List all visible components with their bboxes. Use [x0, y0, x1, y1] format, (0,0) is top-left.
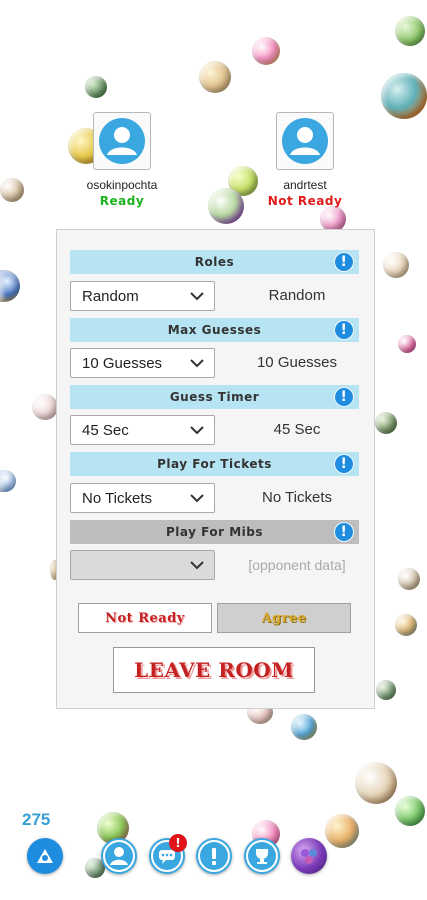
marble-decoration — [395, 16, 425, 46]
player-card-right: andrtest Not Ready — [250, 112, 360, 208]
roles-opponent-value: Random — [268, 287, 326, 304]
marble-decoration — [395, 796, 425, 826]
notification-badge: ! — [169, 834, 187, 852]
profile-icon — [105, 842, 133, 870]
marble-decoration — [199, 61, 231, 93]
guess-timer-header: Guess Timer ! — [70, 385, 359, 409]
roles-header: Roles ! — [70, 250, 359, 274]
section-title: Max Guesses — [167, 323, 262, 337]
marble-decoration — [395, 614, 417, 636]
marble-collection-icon — [301, 849, 317, 864]
room-settings-panel: Roles ! Random Random Max Guesses ! 10 G… — [56, 229, 375, 709]
max-guesses-header: Max Guesses ! — [70, 318, 359, 342]
info-icon[interactable]: ! — [334, 454, 354, 474]
marble-decoration — [355, 762, 397, 804]
chevron-down-icon — [190, 359, 204, 368]
avatar[interactable] — [93, 112, 151, 170]
marble-decoration — [381, 73, 427, 119]
marble-decoration — [376, 680, 396, 700]
user-avatar-icon — [282, 118, 328, 164]
player-card-left: osokinpochta Ready — [67, 112, 177, 208]
marble-decoration — [0, 470, 16, 492]
info-icon[interactable]: ! — [334, 522, 354, 542]
max-guesses-select[interactable]: 10 Guesses — [70, 348, 215, 378]
play-for-tickets-header: Play For Tickets ! — [70, 452, 359, 476]
marble-decoration — [208, 188, 244, 224]
info-icon[interactable]: ! — [334, 252, 354, 272]
section-title: Play For Mibs — [166, 525, 263, 539]
marble-decoration — [0, 178, 24, 202]
section-title: Roles — [194, 255, 235, 269]
player-name: andrtest — [283, 178, 327, 192]
select-value: 10 Guesses — [82, 355, 163, 372]
not-ready-button[interactable]: Not Ready — [78, 603, 212, 633]
chat-button[interactable]: ! — [149, 834, 187, 874]
player-name: osokinpochta — [86, 178, 158, 192]
marble-shooter-button[interactable] — [27, 838, 63, 874]
guess-timer-opponent-value: 45 Sec — [273, 421, 321, 438]
user-avatar-icon — [99, 118, 145, 164]
info-icon — [200, 842, 228, 870]
marble-decoration — [325, 814, 359, 848]
avatar[interactable] — [276, 112, 334, 170]
select-value: Random — [82, 288, 139, 305]
marble-decoration — [375, 412, 397, 434]
info-icon[interactable]: ! — [334, 387, 354, 407]
section-title: Guess Timer — [169, 390, 260, 404]
coin-count: 275 — [22, 810, 51, 829]
chevron-down-icon — [190, 494, 204, 503]
play-for-mibs-header: Play For Mibs ! — [70, 520, 359, 544]
info-button[interactable] — [196, 838, 232, 874]
marble-decoration — [398, 335, 416, 353]
marble-decoration — [252, 37, 280, 65]
chevron-down-icon — [190, 292, 204, 301]
marble-decoration — [291, 714, 317, 740]
trophy-icon — [248, 842, 276, 870]
marble-decoration — [398, 568, 420, 590]
play-for-tickets-opponent-value: No Tickets — [261, 489, 333, 506]
player-status: Not Ready — [267, 194, 343, 208]
guess-timer-select[interactable]: 45 Sec — [70, 415, 215, 445]
agree-button[interactable]: Agree — [217, 603, 351, 633]
leave-room-button[interactable]: LEAVE ROOM — [113, 647, 315, 693]
info-icon[interactable]: ! — [334, 320, 354, 340]
trophy-button[interactable] — [244, 838, 280, 874]
max-guesses-opponent-value: 10 Guesses — [256, 354, 338, 371]
marble-decoration — [32, 394, 58, 420]
select-value: 45 Sec — [82, 422, 129, 439]
marble-decoration — [0, 270, 20, 302]
play-for-mibs-select[interactable] — [70, 550, 215, 580]
marble-collection-button[interactable] — [291, 838, 327, 874]
section-title: Play For Tickets — [157, 457, 272, 471]
marble-shooter-icon — [37, 849, 53, 863]
marble-decoration — [383, 252, 409, 278]
profile-button[interactable] — [101, 838, 137, 874]
chevron-down-icon — [190, 561, 204, 570]
play-for-tickets-select[interactable]: No Tickets — [70, 483, 215, 513]
play-for-mibs-opponent-value: [opponent data] — [248, 557, 346, 573]
chevron-down-icon — [190, 426, 204, 435]
roles-select[interactable]: Random — [70, 281, 215, 311]
select-value: No Tickets — [82, 490, 153, 507]
marble-decoration — [85, 76, 107, 98]
player-status: Ready — [99, 194, 145, 208]
